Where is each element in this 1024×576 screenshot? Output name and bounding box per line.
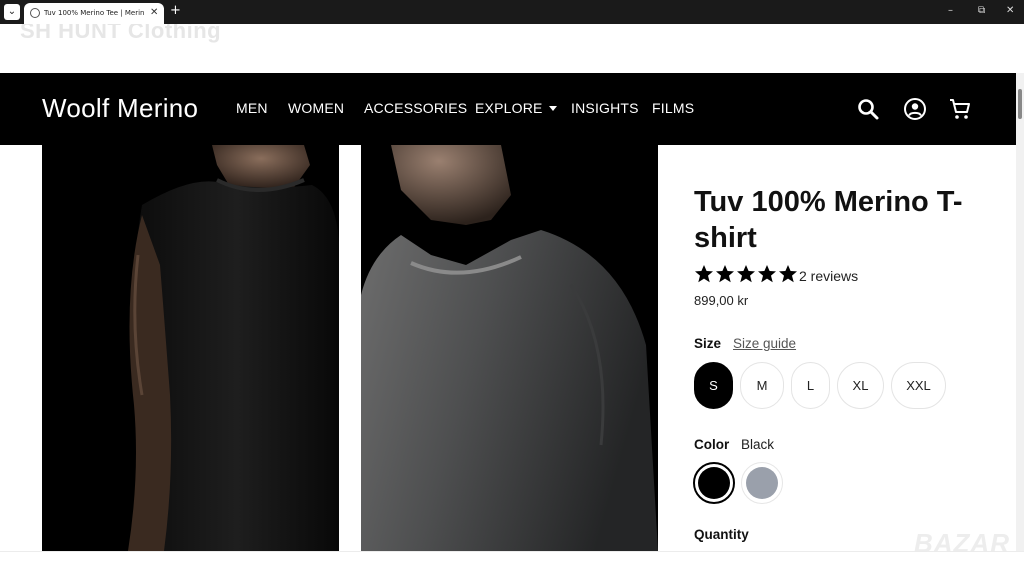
new-tab-button[interactable]: + xyxy=(170,3,181,19)
product-image-grey-tee[interactable] xyxy=(361,145,658,551)
nav-women[interactable]: WOMEN xyxy=(288,99,344,117)
search-icon[interactable] xyxy=(856,97,880,121)
rating-stars[interactable] xyxy=(694,264,798,284)
star-icon xyxy=(716,265,734,283)
chevron-down-icon xyxy=(548,106,557,111)
star-icon xyxy=(779,265,797,283)
top-brand-strip: SH HUNT Clothing xyxy=(0,24,1024,74)
size-option-m[interactable]: M xyxy=(740,362,784,409)
quantity-label: Quantity xyxy=(694,527,749,542)
site-header: Woolf Merino MEN WOMEN ACCESSORIES EXPLO… xyxy=(0,73,1016,145)
color-swatch-grey[interactable] xyxy=(741,462,783,504)
star-icon xyxy=(737,265,755,283)
window-close-button[interactable]: ✕ xyxy=(1006,2,1014,20)
size-label: Size xyxy=(694,336,722,351)
scrollbar-thumb[interactable] xyxy=(1018,89,1022,119)
swatch-fill-grey xyxy=(746,467,778,499)
nav-accessories[interactable]: ACCESSORIES xyxy=(364,99,467,117)
globe-icon xyxy=(30,8,40,18)
star-icon xyxy=(758,265,776,283)
page-scrollbar[interactable] xyxy=(1016,73,1024,551)
site-logo[interactable]: Woolf Merino xyxy=(42,91,198,125)
nav-films[interactable]: FILMS xyxy=(652,99,694,117)
selected-color-value: Black xyxy=(741,437,775,452)
nav-men[interactable]: MEN xyxy=(236,99,268,117)
product-price: 899,00 kr xyxy=(694,293,749,308)
size-option-s[interactable]: S xyxy=(694,362,733,409)
nav-insights[interactable]: INSIGHTS xyxy=(571,99,639,117)
size-guide-link[interactable]: Size guide xyxy=(733,335,796,353)
cart-icon[interactable] xyxy=(948,97,972,121)
minimize-button[interactable]: – xyxy=(948,2,953,20)
size-option-xl[interactable]: XL xyxy=(837,362,884,409)
account-icon[interactable] xyxy=(903,97,927,121)
nav-explore[interactable]: EXPLORE xyxy=(475,99,557,117)
size-option-xxl[interactable]: XXL xyxy=(891,362,946,409)
black-tee-illustration xyxy=(42,145,339,551)
product-title: Tuv 100% Merino T-shirt xyxy=(694,186,963,254)
swatch-fill-black xyxy=(698,467,730,499)
watermark: BAZAR xyxy=(914,528,1010,558)
size-option-l[interactable]: L xyxy=(791,362,830,409)
reviews-link[interactable]: 2 reviews xyxy=(799,267,858,285)
color-swatch-black[interactable] xyxy=(693,462,735,504)
color-label: Color xyxy=(694,437,730,452)
grey-tee-illustration xyxy=(361,145,658,551)
browser-tab-bar: ⌄ Tuv 100% Merino Tee | Merino ✕ + – ⧉ ✕ xyxy=(0,0,1024,24)
tab-title: Tuv 100% Merino Tee | Merino xyxy=(44,9,144,17)
product-image-black-tee[interactable] xyxy=(42,145,339,551)
tab-list-button[interactable]: ⌄ xyxy=(4,4,20,20)
bottom-edge xyxy=(0,551,1024,576)
tab-close-button[interactable]: ✕ xyxy=(150,6,158,20)
nav-explore-label: EXPLORE xyxy=(475,100,543,116)
restore-button[interactable]: ⧉ xyxy=(978,2,985,20)
star-icon xyxy=(695,265,713,283)
faded-brand-text: SH HUNT Clothing xyxy=(20,24,222,43)
browser-tab[interactable]: Tuv 100% Merino Tee | Merino ✕ xyxy=(24,3,164,24)
